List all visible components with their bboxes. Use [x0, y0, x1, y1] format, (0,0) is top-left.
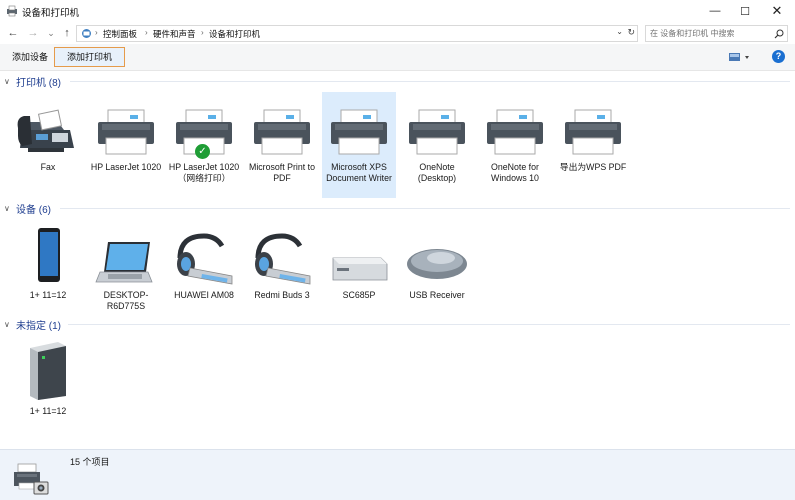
server-icon [11, 336, 85, 402]
item-count: 15 个项目 [70, 457, 110, 467]
close-button[interactable]: ✕ [762, 0, 792, 22]
device-label: OneNote for Windows 10 [491, 162, 539, 183]
phone-icon [11, 220, 85, 286]
headset-icon [245, 220, 319, 286]
address-row: ← → ⌄ ↑ › 控制面板 › 硬件和声音 › 设备和打印机 ⌄ ↻ [0, 22, 795, 44]
printer-icon [478, 92, 552, 158]
device-label: 导出为WPS PDF [559, 162, 627, 172]
device-item[interactable]: HP LaserJet 1020 [89, 92, 163, 192]
device-label: Fax [40, 162, 56, 172]
recent-locations-button[interactable]: ⌄ [44, 26, 58, 40]
change-view-icon[interactable] [728, 51, 752, 63]
search-input[interactable] [650, 27, 770, 40]
device-label: 1+ 11=12 [29, 290, 67, 300]
printer-icon [322, 92, 396, 158]
section-label: 打印机 (8) [16, 77, 61, 89]
printer-camera-icon [14, 463, 49, 495]
status-bar: 15 个项目 [0, 449, 795, 500]
device-label: OneNote (Desktop) [417, 162, 457, 183]
fax-icon [11, 92, 85, 158]
device-item[interactable]: Microsoft Print to PDF [245, 92, 319, 192]
device-label: Microsoft XPS Document Writer [326, 162, 392, 183]
section-divider [68, 324, 790, 325]
section-header-printers[interactable]: ∨ 打印机 (8) [4, 74, 61, 89]
printer-icon [245, 92, 319, 158]
control-panel-icon [82, 29, 91, 38]
device-item[interactable]: USB Receiver [400, 220, 474, 320]
search-icon[interactable] [774, 29, 784, 39]
up-button[interactable]: ↑ [60, 26, 74, 40]
forward-button[interactable]: → [26, 26, 40, 40]
address-bar[interactable]: › 控制面板 › 硬件和声音 › 设备和打印机 ⌄ ↻ [76, 25, 638, 42]
device-item[interactable]: Redmi Buds 3 [245, 220, 319, 320]
device-label: Microsoft Print to PDF [249, 162, 315, 183]
device-label: 1+ 11=12 [29, 406, 67, 416]
laptop-icon [89, 220, 163, 286]
help-button[interactable]: ? [772, 50, 785, 63]
device-item[interactable]: ✓ HP LaserJet 1020（网络打印） [167, 92, 241, 192]
add-device-button[interactable]: 添加设备 [7, 48, 53, 66]
default-printer-check-icon: ✓ [195, 144, 210, 159]
chevron-down-icon[interactable]: ∨ [4, 320, 14, 329]
breadcrumb-hardware-sound[interactable]: 硬件和声音 [153, 28, 196, 40]
device-label: HUAWEI AM08 [174, 290, 234, 300]
add-printer-button[interactable]: 添加打印机 [54, 47, 126, 67]
title-bar: 设备和打印机 — ☐ ✕ [0, 0, 795, 22]
devices-printers-icon [7, 5, 17, 17]
window-title: 设备和打印机 [22, 8, 80, 19]
device-item[interactable]: HUAWEI AM08 [167, 220, 241, 320]
device-item[interactable]: Fax [11, 92, 85, 192]
device-label: DESKTOP-R6D775S [103, 290, 149, 311]
maximize-button[interactable]: ☐ [730, 0, 760, 22]
device-item[interactable]: 1+ 11=12 [11, 220, 85, 320]
device-item[interactable]: 导出为WPS PDF [556, 92, 630, 192]
chevron-down-icon[interactable]: ∨ [4, 204, 14, 213]
device-label: HP LaserJet 1020（网络打印） [168, 162, 240, 183]
device-item[interactable]: Microsoft XPS Document Writer [322, 92, 396, 198]
breadcrumb-devices-printers[interactable]: 设备和打印机 [209, 28, 260, 40]
section-divider [70, 81, 790, 82]
refresh-icon[interactable]: ↻ [627, 27, 635, 38]
section-header-unspecified[interactable]: ∨ 未指定 (1) [4, 317, 61, 332]
breadcrumb-separator: › [95, 28, 98, 37]
section-label: 未指定 (1) [16, 320, 61, 332]
minimize-button[interactable]: — [700, 0, 730, 22]
device-label: Redmi Buds 3 [254, 290, 310, 300]
device-item[interactable]: OneNote (Desktop) [400, 92, 474, 192]
mouse-icon [400, 220, 474, 286]
device-label: SC685P [342, 290, 376, 300]
section-label: 设备 (6) [16, 204, 51, 216]
printer-icon [89, 92, 163, 158]
device-box-icon [322, 220, 396, 286]
device-label: HP LaserJet 1020 [90, 162, 162, 172]
back-button[interactable]: ← [6, 26, 20, 40]
chevron-down-icon[interactable]: ∨ [4, 77, 14, 86]
headset-icon [167, 220, 241, 286]
section-header-devices[interactable]: ∨ 设备 (6) [4, 201, 51, 216]
device-item[interactable]: DESKTOP-R6D775S [89, 220, 163, 320]
address-dropdown-icon[interactable]: ⌄ [616, 27, 623, 36]
printer-icon [556, 92, 630, 158]
breadcrumb-separator: › [145, 28, 148, 37]
search-box[interactable] [645, 25, 788, 42]
command-bar: 添加设备 添加打印机 ? [0, 44, 795, 71]
section-divider [60, 208, 790, 209]
breadcrumb-control-panel[interactable]: 控制面板 [103, 28, 137, 40]
device-label: USB Receiver [409, 290, 465, 300]
device-item[interactable]: 1+ 11=12 [11, 336, 85, 436]
device-item[interactable]: OneNote for Windows 10 [478, 92, 552, 192]
printer-icon [400, 92, 474, 158]
device-item[interactable]: SC685P [322, 220, 396, 320]
breadcrumb-separator: › [201, 28, 204, 37]
